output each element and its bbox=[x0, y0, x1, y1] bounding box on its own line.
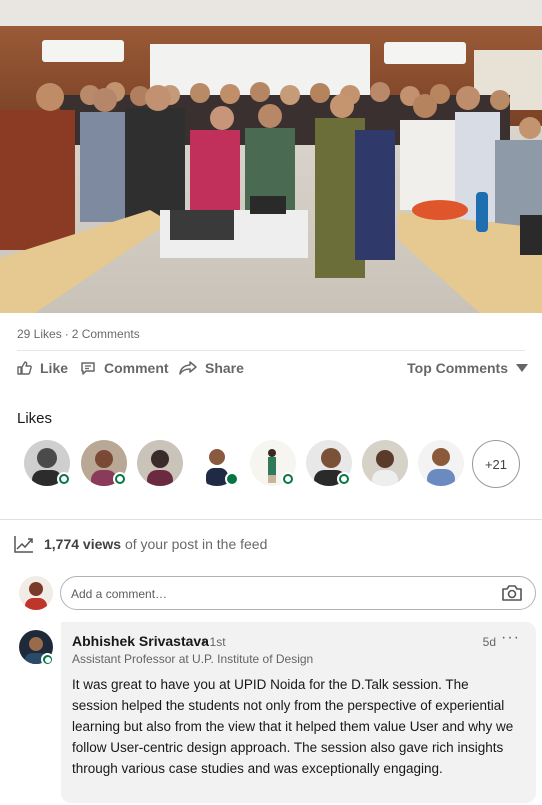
online-status-icon bbox=[337, 472, 351, 486]
views-text: 1,774 views of your post in the feed bbox=[44, 536, 267, 552]
online-status-icon bbox=[281, 472, 295, 486]
likes-heading: Likes bbox=[17, 410, 53, 427]
social-counts: 29 Likes · 2 Comments bbox=[17, 327, 140, 341]
liker-avatar[interactable] bbox=[362, 440, 408, 486]
online-status-icon bbox=[57, 472, 71, 486]
likers-list: +21 bbox=[24, 440, 524, 488]
likes-count[interactable]: 29 Likes bbox=[17, 327, 62, 341]
count-separator: · bbox=[64, 327, 69, 341]
liker-avatar[interactable] bbox=[418, 440, 464, 486]
views-count: 1,774 views bbox=[44, 536, 122, 552]
share-label: Share bbox=[205, 360, 244, 376]
share-icon bbox=[179, 361, 197, 375]
comment-input[interactable] bbox=[71, 585, 471, 603]
comment-icon bbox=[81, 362, 95, 375]
like-label: Like bbox=[40, 360, 69, 376]
comment-button[interactable]: Comment bbox=[80, 360, 169, 376]
divider bbox=[17, 350, 525, 351]
caret-down-icon bbox=[516, 364, 528, 372]
section-divider bbox=[0, 519, 542, 520]
commenter-name[interactable]: Abhishek Srivastava bbox=[72, 633, 209, 649]
camera-icon[interactable] bbox=[501, 584, 523, 602]
post-views-link[interactable]: 1,774 views of your post in the feed bbox=[14, 535, 267, 553]
post-actions: Like Comment Share Top Comments bbox=[0, 356, 542, 386]
comment-text: It was great to have you at UPID Noida f… bbox=[72, 677, 514, 776]
share-button[interactable]: Share bbox=[179, 360, 244, 376]
comment-timestamp: 5d bbox=[482, 635, 496, 649]
analytics-chart-icon bbox=[14, 536, 33, 553]
like-button[interactable]: Like bbox=[16, 360, 68, 376]
comment-bubble: Abhishek Srivastava • 1st Assistant Prof… bbox=[61, 622, 536, 803]
more-likers-button[interactable]: +21 bbox=[472, 440, 520, 488]
online-status-icon bbox=[225, 472, 239, 486]
commenter-headline: Assistant Professor at U.P. Institute of… bbox=[72, 652, 314, 666]
connection-degree: • 1st bbox=[202, 635, 226, 649]
current-user-avatar[interactable] bbox=[19, 576, 53, 610]
online-status-icon bbox=[41, 653, 54, 666]
views-suffix: of your post in the feed bbox=[121, 536, 268, 552]
online-status-icon bbox=[113, 472, 127, 486]
comment-label: Comment bbox=[104, 360, 169, 376]
comment-options-button[interactable]: ··· bbox=[501, 629, 520, 647]
comment-input-box[interactable] bbox=[60, 576, 536, 610]
post-photo[interactable] bbox=[0, 0, 542, 313]
sort-comments-dropdown[interactable]: Top Comments bbox=[407, 360, 528, 376]
liker-avatar[interactable] bbox=[137, 440, 183, 486]
thumbs-up-icon bbox=[17, 361, 32, 375]
sort-label: Top Comments bbox=[407, 360, 508, 376]
group-photo-image bbox=[0, 0, 542, 313]
comments-count[interactable]: 2 Comments bbox=[72, 327, 140, 341]
